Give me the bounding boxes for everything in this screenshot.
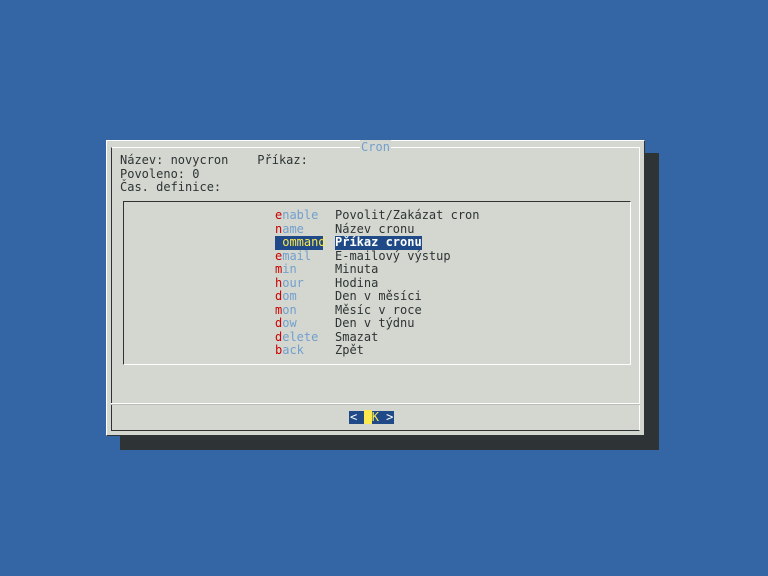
menu-item-tag-rest: in <box>282 262 297 276</box>
menu-item-tag-rest: elete <box>282 329 319 344</box>
cron-dialog: Cron Název: novycron Příkaz: Povoleno: 0… <box>106 140 645 436</box>
menu-item-tag-rest: ommand <box>282 235 326 249</box>
ok-button-label: K <box>371 410 379 424</box>
menu-item-tag-rest: mail <box>282 248 312 263</box>
menu-item-tag-rest: our <box>282 275 304 290</box>
menu-item-description[interactable]: Příkaz cronu <box>335 235 422 250</box>
menu-item-description[interactable]: Zpět <box>335 343 364 358</box>
menu-item-back[interactable]: back Zpět <box>275 343 480 358</box>
menu-item-description[interactable]: Minuta <box>335 262 378 277</box>
menu-item-description[interactable]: E-mailový výstup <box>335 249 451 264</box>
menu-item-tag[interactable]: mon <box>275 302 323 318</box>
menu-item-tag-rest: ow <box>282 316 297 330</box>
menu-item-description[interactable]: Den v měsíci <box>335 289 422 304</box>
menu-item-tag[interactable]: email <box>275 248 323 264</box>
menu-item-tag-rest: om <box>282 289 297 303</box>
menu-item-dow[interactable]: dow Den v týdnu <box>275 316 480 331</box>
ok-button-hotkey: O <box>364 410 372 424</box>
menu-item-hour[interactable]: hour Hodina <box>275 275 480 291</box>
menu-item-tag[interactable]: name <box>275 221 323 237</box>
menu-item-description[interactable]: Den v týdnu <box>335 316 414 331</box>
menu-box: enable Povolit/Zakázat cron name Název c… <box>123 201 631 365</box>
menu-item-dom[interactable]: dom Den v měsíci <box>275 289 480 304</box>
menu-item-description[interactable]: Hodina <box>335 276 378 291</box>
button-separator <box>111 403 640 405</box>
menu-item-email[interactable]: email E-mailový výstup <box>275 248 480 264</box>
menu-item-tag-rest: ame <box>282 221 304 236</box>
menu-item-tag[interactable]: command <box>275 235 326 250</box>
cron-name-command-line: Název: novycron Příkaz: <box>120 153 308 167</box>
dialog-title-text: Cron <box>360 140 391 154</box>
menu-item-description[interactable]: Smazat <box>335 330 378 345</box>
menu-item-description[interactable]: Povolit/Zakázat cron <box>335 208 480 223</box>
menu-item-description[interactable]: Název cronu <box>335 222 414 237</box>
cron-enabled-line: Povoleno: 0 <box>120 166 200 181</box>
menu-item-name[interactable]: name Název cronu <box>275 221 480 237</box>
menu-item-tag[interactable]: dow <box>275 316 323 331</box>
menu-item-enable[interactable]: enable Povolit/Zakázat cron <box>275 208 480 223</box>
menu-item-command[interactable]: command Příkaz cronu <box>275 235 480 250</box>
menu-item-tag[interactable]: min <box>275 262 323 277</box>
ok-button-right-bracket: > <box>378 410 394 424</box>
ok-button-left-bracket: < <box>350 410 365 424</box>
menu-item-tag[interactable]: back <box>275 343 323 358</box>
menu-item-mon[interactable]: mon Měsíc v roce <box>275 302 480 318</box>
menu-item-tag-rest: on <box>282 302 297 317</box>
menu-item-delete[interactable]: delete Smazat <box>275 329 480 345</box>
cron-time-definition-line: Čas. definice: <box>120 180 222 194</box>
menu-item-tag[interactable]: dom <box>275 289 323 304</box>
menu-item-tag-rest: ack <box>282 343 304 357</box>
menu-item-tag[interactable]: enable <box>275 208 323 223</box>
menu-item-min[interactable]: min Minuta <box>275 262 480 277</box>
menu-item-description[interactable]: Měsíc v roce <box>335 303 422 318</box>
menu-list: enable Povolit/Zakázat cron name Název c… <box>275 208 480 358</box>
menu-item-tag[interactable]: delete <box>275 329 323 345</box>
menu-item-tag-rest: nable <box>282 208 319 222</box>
menu-item-tag[interactable]: hour <box>275 275 323 291</box>
ok-button[interactable]: < OK > <box>349 410 395 424</box>
